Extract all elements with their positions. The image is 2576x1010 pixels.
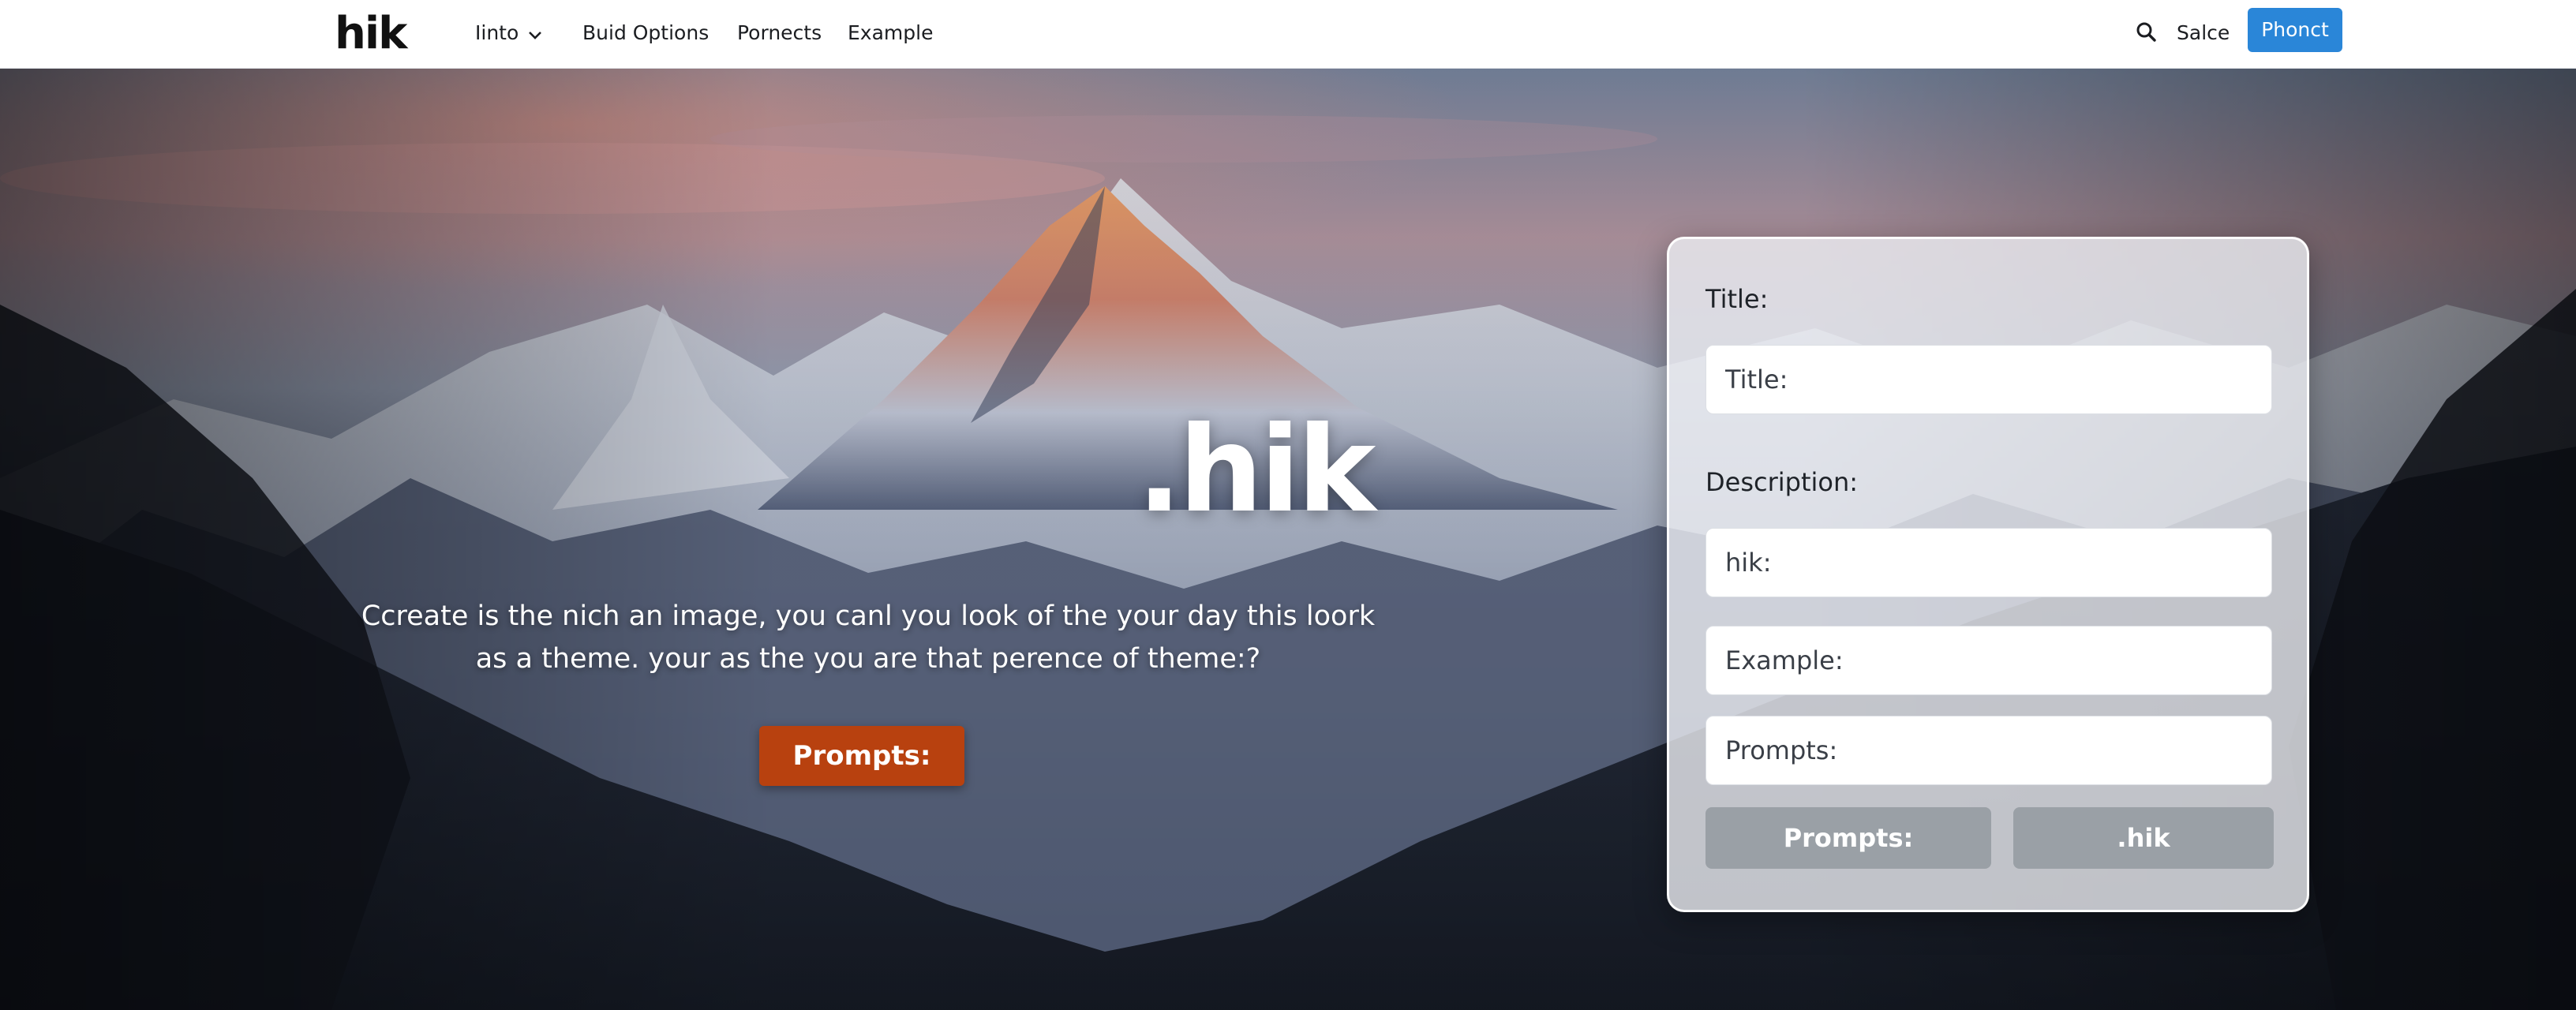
hero-title: .hik [1136, 402, 1376, 539]
nav-item-build-options[interactable]: Buid Options [582, 17, 709, 49]
brand-logo[interactable]: hik [335, 6, 407, 62]
title-label: Title: [1705, 284, 1769, 314]
prompts-input[interactable] [1705, 716, 2272, 785]
card-hik-button[interactable]: .hik [2013, 807, 2274, 869]
nav-item-iinto[interactable]: Iinto [475, 17, 542, 49]
prompts-button[interactable]: Prompts: [759, 726, 964, 786]
description-label: Description: [1705, 467, 1859, 497]
search-icon[interactable] [2134, 20, 2159, 48]
card-prompts-button[interactable]: Prompts: [1705, 807, 1991, 869]
nav-item-pornects[interactable]: Pornects [737, 17, 822, 49]
phonct-button[interactable]: Phonct [2248, 8, 2342, 52]
nav-item-salce[interactable]: Salce [2177, 17, 2230, 49]
hik-input[interactable] [1705, 528, 2272, 597]
nav-item-example[interactable]: Example [848, 17, 933, 49]
top-navbar: hik Iinto Buid Options Pornects Example … [0, 0, 2576, 69]
example-input[interactable] [1705, 626, 2272, 695]
chevron-down-icon [528, 18, 542, 50]
prompt-form-card: Title: Description: Prompts: .hik [1667, 237, 2309, 912]
title-input[interactable] [1705, 345, 2272, 414]
hero-description: Ccreate is the nich an image, you canl y… [361, 600, 1376, 675]
nav-item-label: Iinto [475, 21, 519, 44]
